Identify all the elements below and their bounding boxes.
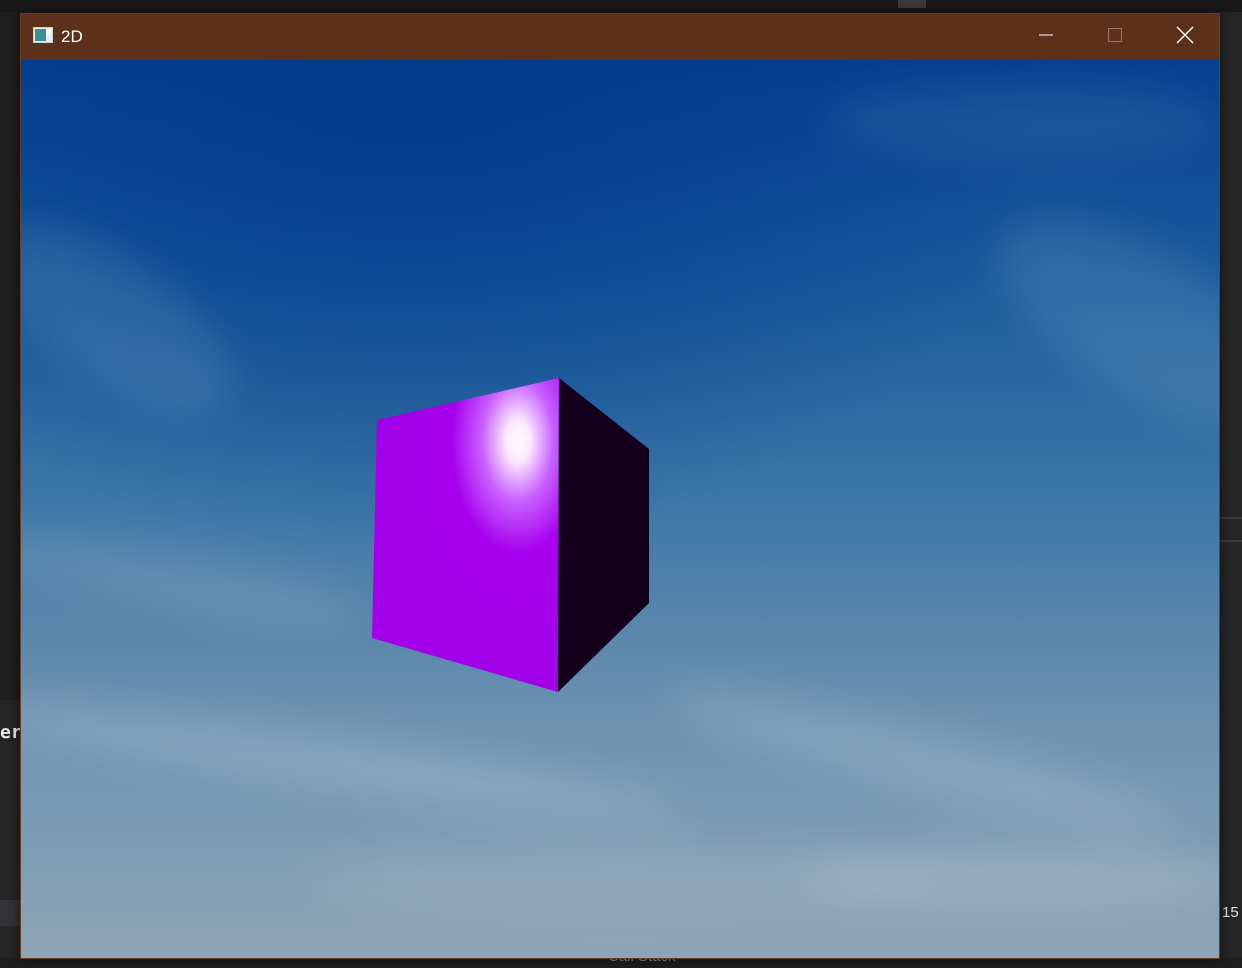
close-button[interactable] xyxy=(1162,14,1208,60)
maximize-button[interactable] xyxy=(1092,14,1138,60)
ide-divider xyxy=(1220,540,1242,542)
ide-right-panel xyxy=(1220,12,1242,968)
minimize-button[interactable] xyxy=(1023,14,1069,60)
minimize-icon xyxy=(1038,27,1054,48)
ide-tab-fragment xyxy=(898,0,926,8)
ide-top-strip xyxy=(0,0,1242,12)
close-icon xyxy=(1176,26,1194,49)
window-app-icon xyxy=(33,27,53,43)
ide-left-bar xyxy=(0,900,20,926)
window-title: 2D xyxy=(61,27,83,46)
maximize-icon xyxy=(1107,27,1123,48)
title-bar[interactable]: 2D xyxy=(21,14,1219,60)
ide-line-number: 15 xyxy=(1222,904,1239,921)
desktop: er 15 Call Stack 2D xyxy=(0,0,1242,968)
cube-front-face xyxy=(372,378,559,692)
scene-canvas xyxy=(21,60,1219,958)
ide-divider xyxy=(1220,517,1242,519)
app-window: 2D xyxy=(20,13,1220,959)
render-viewport[interactable] xyxy=(21,60,1219,958)
ide-left-text: er xyxy=(0,722,22,743)
